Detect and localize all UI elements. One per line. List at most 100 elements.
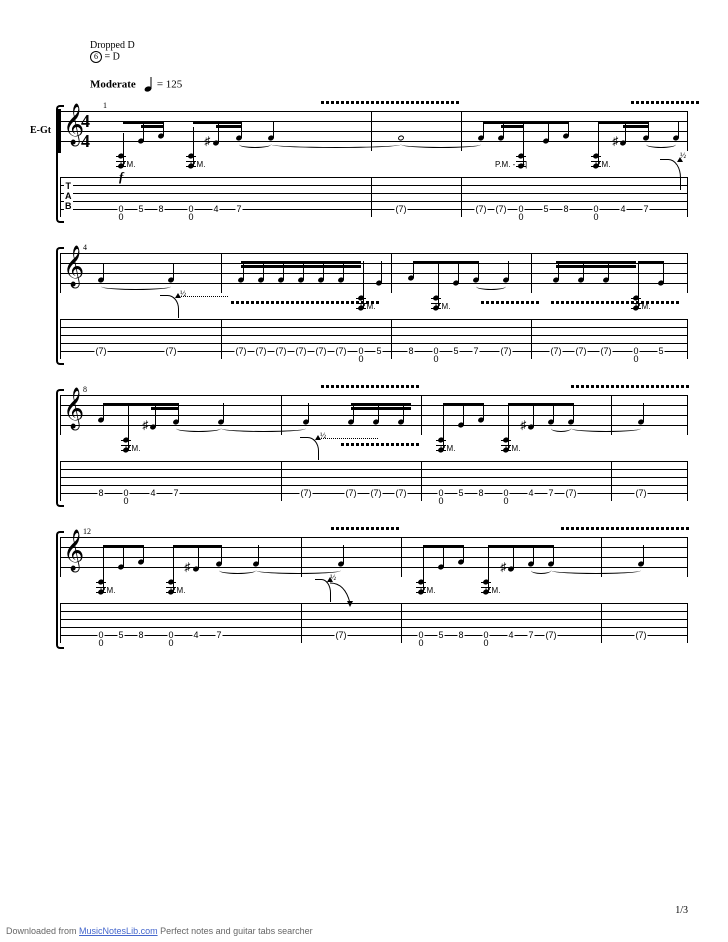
barline: [461, 111, 462, 151]
barline: [221, 253, 222, 293]
palm-mute: P.M.: [505, 444, 520, 453]
tab-staff: T A B 0 0 5 8 0 0 4 7 (7) (7) (7) 0 0 5 …: [60, 177, 688, 217]
tab-t: T: [65, 181, 72, 191]
tab-b: B: [65, 201, 72, 211]
vibrato-line: [561, 527, 691, 530]
footer-link[interactable]: MusicNotesLib.com: [79, 926, 158, 936]
barline: [371, 111, 372, 151]
tab-fret: 4: [527, 489, 534, 497]
tab-fret: 5: [137, 205, 144, 213]
tab-fret: 0: [122, 497, 129, 505]
barline: [391, 319, 392, 359]
tab-fret: 8: [477, 489, 484, 497]
barline: [281, 395, 282, 435]
barline: [421, 461, 422, 501]
palm-mute: P.M.: [170, 586, 185, 595]
tab-fret: (7): [575, 347, 588, 355]
tab-fret: 8: [137, 631, 144, 639]
treble-clef-icon: 𝄞: [63, 529, 84, 572]
measure-number: 4: [83, 243, 87, 252]
instrument-label: E-Gt: [30, 125, 51, 136]
tab-fret: (7): [635, 489, 648, 497]
palm-mute: P.M.: [420, 586, 435, 595]
music-system: 𝄞 12 ♯: [60, 537, 688, 643]
tab-fret: 8: [157, 205, 164, 213]
tab-fret: 0: [357, 355, 364, 363]
notation-staff: 𝄞 8 ♯: [60, 395, 688, 435]
barline: [301, 537, 302, 577]
barline: [421, 395, 422, 435]
tab-fret: 7: [172, 489, 179, 497]
tab-fret: 0: [517, 213, 524, 221]
tab-fret: 5: [457, 489, 464, 497]
vibrato-line: [321, 101, 461, 104]
measure-number: 1: [103, 101, 107, 110]
tab-fret: (7): [500, 347, 513, 355]
tab-fret: (7): [635, 631, 648, 639]
treble-clef-icon: 𝄞: [63, 245, 84, 288]
time-num: 4: [81, 111, 90, 131]
tab-fret: 7: [642, 205, 649, 213]
tab-fret: 8: [407, 347, 414, 355]
tab-fret: 4: [192, 631, 199, 639]
barline: [401, 603, 402, 643]
tempo-marking: Moderate = 125: [90, 77, 698, 93]
tab-fret: (7): [550, 347, 563, 355]
barline: [301, 603, 302, 643]
tab-fret: 0: [97, 639, 104, 647]
tab-staff: (7) (7) (7) (7) (7) (7) (7) (7) 0 0 5 8 …: [60, 319, 688, 359]
tab-fret: 0: [417, 639, 424, 647]
tab-fret: 4: [507, 631, 514, 639]
tab-fret: 4: [149, 489, 156, 497]
palm-mute: P.M.: [485, 586, 500, 595]
barline: [531, 253, 532, 293]
tab-fret: (7): [495, 205, 508, 213]
measure-number: 8: [83, 385, 87, 394]
footer-suffix: Perfect notes and guitar tabs searcher: [160, 926, 313, 936]
notation-staff: 𝄞 4: [60, 253, 688, 293]
tab-fret: 7: [215, 631, 222, 639]
footer-prefix: Downloaded from: [6, 926, 79, 936]
tab-fret: 5: [657, 347, 664, 355]
tab-fret: (7): [335, 631, 348, 639]
sheet-music-page: Dropped D 6 = D Moderate = 125 E-Gt 𝄞 4 …: [0, 0, 728, 699]
barline: [281, 461, 282, 501]
palm-mute: P.M.: [440, 444, 455, 453]
quarter-note-icon: [144, 79, 157, 91]
tab-fret: 8: [457, 631, 464, 639]
tab-fret: 5: [542, 205, 549, 213]
barline: [221, 319, 222, 359]
tab-fret: 0: [117, 213, 124, 221]
tab-fret: 5: [117, 631, 124, 639]
notation-staff: 𝄞 12 ♯: [60, 537, 688, 577]
bend-arrow-icon: [160, 295, 179, 318]
palm-mute-dashed: P.M. - - -|: [495, 160, 527, 169]
barline: [391, 253, 392, 293]
palm-mute: P.M.: [100, 586, 115, 595]
tab-fret: 5: [375, 347, 382, 355]
palm-mute: P.M.: [360, 302, 375, 311]
tab-fret: (7): [395, 205, 408, 213]
tab-fret: 0: [502, 497, 509, 505]
treble-clef-icon: 𝄞: [63, 387, 84, 430]
hold-dotted: [178, 295, 228, 297]
barline: [531, 319, 532, 359]
time-signature: 4 4: [81, 111, 90, 151]
string-six-circle: 6: [90, 51, 102, 63]
tab-fret: 0: [187, 213, 194, 221]
tab-fret: (7): [300, 489, 313, 497]
palm-mute: P.M.: [595, 160, 610, 169]
tab-staff: 0 0 5 8 0 0 4 7 (7) 0 0 5 8 0 0 4 7 (7) …: [60, 603, 688, 643]
tab-fret: (7): [275, 347, 288, 355]
palm-mute: P.M.: [635, 302, 650, 311]
tempo-bpm: = 125: [157, 79, 182, 91]
tab-fret: 0: [482, 639, 489, 647]
tab-fret: (7): [565, 489, 578, 497]
time-den: 4: [81, 131, 90, 151]
palm-mute: P.M.: [120, 160, 135, 169]
tab-fret: 0: [592, 213, 599, 221]
tab-fret: 8: [97, 489, 104, 497]
tab-fret: 0: [437, 497, 444, 505]
tab-fret: 0: [632, 355, 639, 363]
tab-fret: (7): [295, 347, 308, 355]
